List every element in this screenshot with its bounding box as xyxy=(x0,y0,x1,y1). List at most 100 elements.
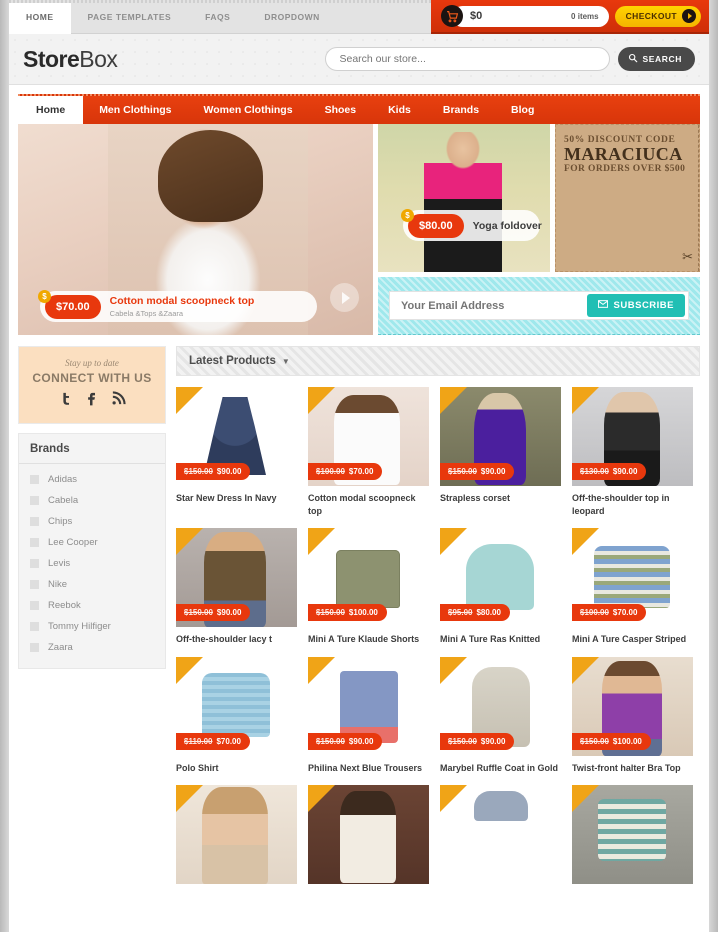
facebook-icon[interactable] xyxy=(85,391,100,411)
product-card[interactable]: SALE $150.00 $90.00 Star New Dress In Na… xyxy=(176,387,297,517)
hero-main-caption[interactable]: $ $70.00 Cotton modal scoopneck top Cabe… xyxy=(38,289,317,322)
brand-item-0[interactable]: Adidas xyxy=(19,469,165,490)
product-image[interactable]: SALE $130.00 $90.00 xyxy=(572,387,693,486)
twitter-icon[interactable] xyxy=(59,391,74,411)
cart-summary-pill: $0 0 items xyxy=(452,5,609,27)
hero-slide-secondary[interactable] xyxy=(378,124,550,272)
checkout-button[interactable]: CHECKOUT xyxy=(614,5,701,27)
product-title[interactable]: Twist-front halter Bra Top xyxy=(572,762,693,775)
product-image[interactable]: SALE $150.00 $100.00 xyxy=(308,528,429,628)
product-image[interactable]: SALE $100.00 $70.00 xyxy=(308,387,429,486)
hero-model-hair xyxy=(158,130,263,222)
brand-checkbox[interactable] xyxy=(30,538,39,547)
brand-item-7[interactable]: Tommy Hilfiger xyxy=(19,616,165,637)
product-image[interactable]: SALE $150.00 $90.00 xyxy=(440,387,561,486)
product-title[interactable]: Star New Dress In Navy xyxy=(176,492,297,505)
top-nav-item-2[interactable]: FAQS xyxy=(188,0,247,34)
nav-item-4[interactable]: Kids xyxy=(372,96,427,124)
product-image[interactable]: SALE xyxy=(308,785,429,885)
nav-item-0[interactable]: Home xyxy=(18,96,84,124)
nav-item-6[interactable]: Blog xyxy=(495,96,550,124)
brand-item-2[interactable]: Chips xyxy=(19,511,165,532)
brand-checkbox[interactable] xyxy=(30,517,39,526)
product-image[interactable]: SALE $150.00 $90.00 xyxy=(176,387,297,486)
brand-checkbox[interactable] xyxy=(30,559,39,568)
search-input[interactable] xyxy=(324,47,610,71)
mini-cart[interactable]: $0 0 items CHECKOUT xyxy=(431,0,709,34)
product-image[interactable]: SALE $150.00 $90.00 xyxy=(308,656,429,756)
product-title[interactable]: Polo Shirt xyxy=(176,762,297,775)
product-card[interactable]: SALE $150.00 $90.00 Marybel Ruffle Coat … xyxy=(440,656,561,775)
product-card[interactable]: SALE $150.00 $90.00 Philina Next Blue Tr… xyxy=(308,656,429,775)
product-price: $80.00 xyxy=(476,608,501,618)
product-image[interactable]: SALE xyxy=(440,785,561,885)
product-title[interactable]: Off-the-shoulder lacy t xyxy=(176,633,297,646)
product-card[interactable]: SALE $130.00 $90.00 Off-the-shoulder top… xyxy=(572,387,693,517)
discount-promo-banner[interactable]: 50% DISCOUNT CODE MARACIUCA FOR ORDERS O… xyxy=(555,124,700,272)
product-title[interactable]: Marybel Ruffle Coat in Gold xyxy=(440,762,561,775)
product-card[interactable]: SALE xyxy=(308,785,429,885)
brand-item-4[interactable]: Levis xyxy=(19,553,165,574)
product-image[interactable]: SALE $150.00 $90.00 xyxy=(440,656,561,756)
product-price-tag: $130.00 $90.00 xyxy=(572,463,647,480)
hero-main-tags: Cabela &Tops &Zaara xyxy=(109,309,184,318)
product-price-tag: $110.00 $70.00 xyxy=(176,732,250,750)
product-card[interactable]: SALE xyxy=(572,785,693,885)
top-nav-item-0[interactable]: HOME xyxy=(9,0,71,34)
product-card[interactable]: SALE $150.00 $90.00 Strapless corset xyxy=(440,387,561,517)
brand-item-6[interactable]: Reebok xyxy=(19,595,165,616)
product-title[interactable]: Mini A Ture Casper Striped xyxy=(572,633,693,646)
email-input[interactable] xyxy=(401,299,587,312)
brand-checkbox[interactable] xyxy=(30,475,39,484)
search-area: SEARCH xyxy=(324,47,695,71)
nav-item-5[interactable]: Brands xyxy=(427,96,495,124)
logo-bold: Store xyxy=(23,45,80,72)
subscribe-button[interactable]: SUBSCRIBE xyxy=(586,294,685,317)
next-slide-arrow-icon[interactable] xyxy=(330,283,359,312)
brand-item-5[interactable]: Nike xyxy=(19,574,165,595)
brand-checkbox[interactable] xyxy=(30,622,39,631)
product-card[interactable]: SALE $110.00 $70.00 Polo Shirt xyxy=(176,656,297,775)
product-title[interactable]: Strapless corset xyxy=(440,492,561,505)
product-image[interactable]: SALE $150.00 $100.00 xyxy=(572,656,693,756)
nav-item-3[interactable]: Shoes xyxy=(309,96,373,124)
product-title[interactable]: Mini A Ture Ras Knitted xyxy=(440,633,561,646)
product-card[interactable]: SALE $95.00 $80.00 Mini A Ture Ras Knitt… xyxy=(440,528,561,646)
brand-checkbox[interactable] xyxy=(30,496,39,505)
product-card[interactable]: SALE $100.00 $70.00 Cotton modal scoopne… xyxy=(308,387,429,517)
product-image[interactable]: SALE $150.00 $90.00 xyxy=(176,528,297,628)
product-title[interactable]: Off-the-shoulder top in leopard xyxy=(572,492,693,517)
product-title[interactable]: Philina Next Blue Trousers xyxy=(308,762,429,775)
nav-item-2[interactable]: Women Clothings xyxy=(188,96,309,124)
product-card[interactable]: SALE $150.00 $90.00 Off-the-shoulder lac… xyxy=(176,528,297,646)
product-card[interactable]: SALE $150.00 $100.00 Mini A Ture Klaude … xyxy=(308,528,429,646)
product-title[interactable]: Cotton modal scoopneck top xyxy=(308,492,429,517)
search-button[interactable]: SEARCH xyxy=(617,47,695,71)
brand-checkbox[interactable] xyxy=(30,601,39,610)
product-image[interactable]: SALE $95.00 $80.00 xyxy=(440,528,561,628)
hero-secondary-caption[interactable]: $ $80.00 Yoga foldover xyxy=(401,208,542,241)
product-card[interactable]: SALE xyxy=(440,785,561,885)
brand-checkbox[interactable] xyxy=(30,643,39,652)
product-card[interactable]: SALE xyxy=(176,785,297,885)
product-price: $90.00 xyxy=(216,608,242,618)
hero-main-price: $ $70.00 xyxy=(38,289,101,319)
product-title[interactable]: Mini A Ture Klaude Shorts xyxy=(308,633,429,646)
product-card[interactable]: SALE $100.00 $70.00 Mini A Ture Casper S… xyxy=(572,528,693,646)
brand-item-1[interactable]: Cabela xyxy=(19,490,165,511)
product-image[interactable]: SALE xyxy=(176,785,297,885)
chevron-down-icon[interactable]: ▼ xyxy=(282,357,290,366)
top-nav-item-3[interactable]: DROPDOWN xyxy=(247,0,336,34)
site-logo[interactable]: StoreBox xyxy=(23,45,118,73)
brand-checkbox[interactable] xyxy=(30,580,39,589)
brand-item-3[interactable]: Lee Cooper xyxy=(19,532,165,553)
rss-icon[interactable] xyxy=(111,391,126,411)
hero-secondary-currency-badge: $ xyxy=(405,210,410,220)
product-image[interactable]: SALE $100.00 $70.00 xyxy=(572,528,693,628)
product-image[interactable]: SALE $110.00 $70.00 xyxy=(176,656,297,756)
nav-item-1[interactable]: Men Clothings xyxy=(83,96,187,124)
product-image[interactable]: SALE xyxy=(572,785,693,885)
product-card[interactable]: SALE $150.00 $100.00 Twist-front halter … xyxy=(572,656,693,775)
brand-item-8[interactable]: Zaara xyxy=(19,637,165,658)
top-nav-item-1[interactable]: PAGE TEMPLATES xyxy=(71,0,189,34)
